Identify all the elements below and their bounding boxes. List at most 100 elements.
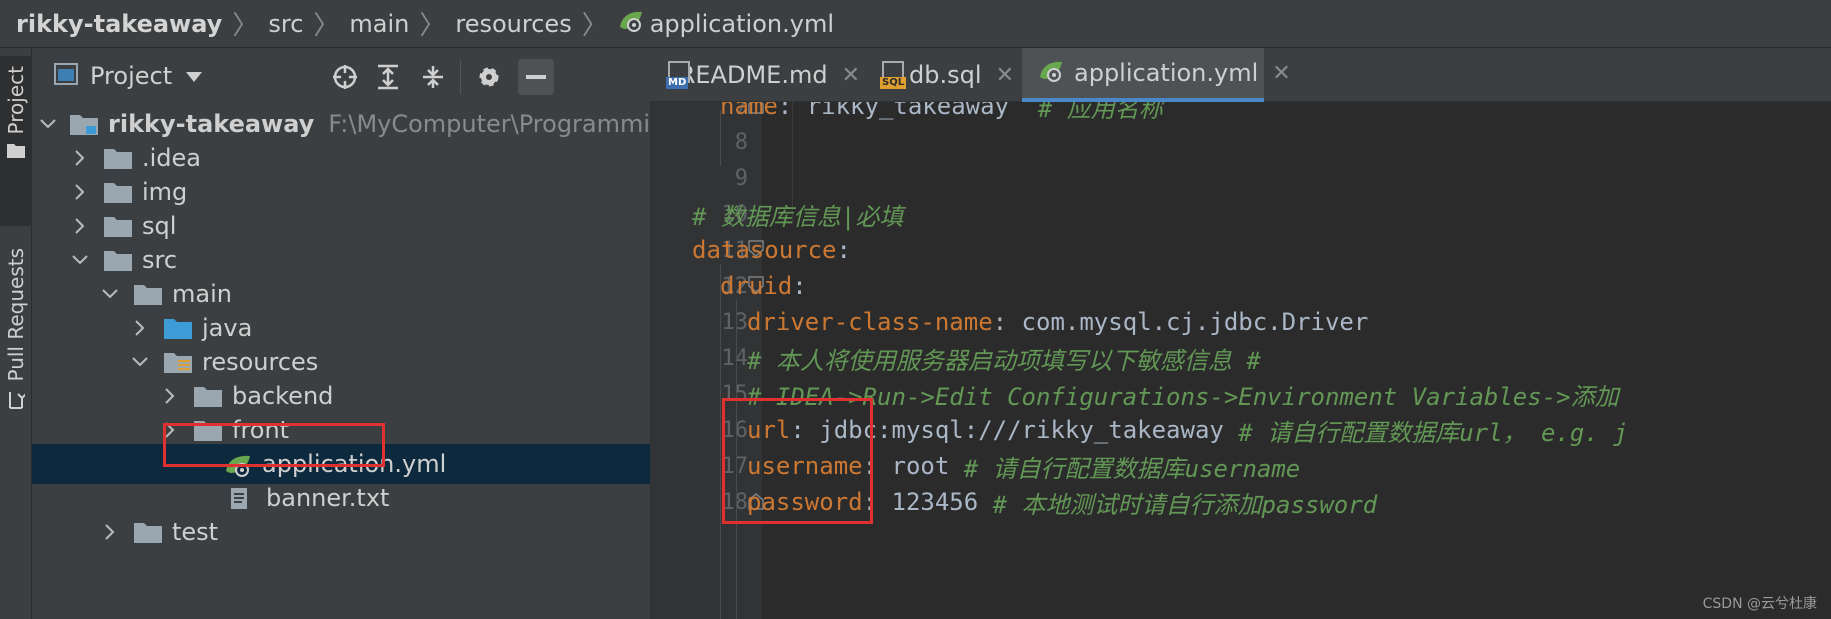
tool-window-strip: Project Pull Requests [0, 48, 32, 619]
code-line-16: url: jdbc:mysql:///rikky_takeaway # 请自行配… [747, 412, 1628, 448]
breadcrumb-separator: 〉 [232, 11, 259, 41]
expand-all-icon[interactable] [373, 62, 403, 92]
spring-config-file-icon [224, 453, 252, 477]
close-icon[interactable]: ✕ [1272, 61, 1290, 86]
breadcrumb-main[interactable]: main [349, 10, 409, 38]
pull-request-icon [7, 390, 27, 414]
chevron-right-icon[interactable] [160, 420, 180, 440]
yaml-key: username [747, 452, 863, 480]
tree-label: main [172, 280, 232, 308]
tab-application-yml[interactable]: application.yml ✕ [1022, 48, 1291, 102]
folder-icon [104, 181, 132, 203]
yaml-comment: # 请自行配置数据库url， e.g. j [1238, 418, 1628, 447]
yaml-value: root [877, 452, 950, 480]
breadcrumb: rikky-takeaway 〉 src 〉 main 〉 resources … [0, 0, 1831, 48]
line-number: 14 [721, 346, 749, 371]
tree-label: rikky-takeaway [108, 110, 315, 138]
folder-icon [194, 385, 222, 407]
close-icon[interactable]: ✕ [996, 63, 1014, 88]
yaml-comment: # IDEA->Run->Edit Configurations->Enviro… [747, 382, 1619, 411]
folder-icon [104, 147, 132, 169]
tree-label: application.yml [262, 450, 447, 478]
chevron-right-icon[interactable] [160, 386, 180, 406]
tool-tab-project-label: Project [4, 66, 28, 135]
tool-tab-project[interactable]: Project [0, 56, 32, 226]
locate-file-icon[interactable] [330, 62, 360, 92]
close-icon[interactable]: ✕ [842, 63, 860, 88]
yaml-key: name [720, 102, 778, 120]
spring-leaf-icon [618, 9, 644, 39]
chevron-down-icon[interactable] [130, 352, 150, 372]
yaml-key: druid [720, 272, 793, 300]
tool-tab-pull-requests[interactable]: Pull Requests [0, 248, 32, 414]
tree-label: test [172, 518, 219, 546]
yaml-comment: # 本人将使用服务器启动项填写以下敏感信息 # [747, 346, 1261, 375]
chevron-down-icon[interactable] [100, 284, 120, 304]
folder-icon [134, 521, 162, 543]
chevron-right-icon[interactable] [100, 522, 120, 542]
yaml-comment: # 数据库信息|必填 [692, 202, 904, 231]
breadcrumb-resources[interactable]: resources [455, 10, 571, 38]
project-panel-header: Project [32, 48, 650, 104]
chevron-right-icon[interactable] [70, 216, 90, 236]
resources-folder-icon [164, 351, 192, 373]
line-number: 17 [721, 454, 749, 479]
project-view-selector[interactable]: Project [90, 62, 172, 90]
tab-label: application.yml [1074, 59, 1259, 87]
folder-icon [134, 283, 162, 305]
source-folder-icon [164, 317, 192, 339]
yaml-value: rikky_takeaway [792, 102, 1009, 120]
folder-icon [104, 249, 132, 271]
yaml-value: 123456 [877, 488, 979, 516]
line-number-gutter: 7 8 9 10 11 12 13 14 15 16 17 18 [650, 102, 762, 619]
gear-icon[interactable] [474, 62, 504, 92]
minimize-panel-button[interactable] [518, 59, 554, 95]
breadcrumb-project[interactable]: rikky-takeaway [16, 10, 222, 38]
sql-file-icon: SQL [880, 61, 907, 89]
tree-label: resources [202, 348, 319, 376]
chevron-right-icon[interactable] [70, 182, 90, 202]
tree-label: src [142, 246, 178, 274]
code-line-12: druid: [720, 272, 807, 300]
tree-path: F:\MyComputer\Programming [328, 110, 650, 138]
tool-tab-pull-requests-label: Pull Requests [4, 248, 28, 382]
line-number: 18 [721, 490, 749, 515]
project-view-icon [54, 63, 78, 89]
tree-item-test[interactable]: test [32, 512, 650, 552]
line-number: 16 [721, 418, 749, 443]
code-line-18: password: 123456 # 本地测试时请自行添加password [747, 484, 1377, 520]
chevron-down-icon[interactable] [40, 114, 56, 134]
code-editor[interactable]: 7 8 9 10 11 12 13 14 15 16 17 18 name: r… [650, 102, 1831, 619]
tree-label: sql [142, 212, 177, 240]
markdown-file-icon: MD [666, 61, 690, 89]
code-line-10: # 数据库信息|必填 [692, 196, 903, 232]
yaml-value: jdbc:mysql:///rikky_takeaway [804, 416, 1224, 444]
tab-readme[interactable]: MD README.md ✕ [650, 48, 860, 102]
tree-label: banner.txt [266, 484, 390, 512]
breadcrumb-application-yml[interactable]: application.yml [650, 10, 834, 38]
breadcrumb-separator: 〉 [419, 11, 446, 41]
tree-label: java [202, 314, 253, 342]
yaml-comment: # 应用名称 [1037, 102, 1163, 123]
tree-label: img [142, 178, 188, 206]
folder-icon [194, 419, 222, 441]
breadcrumb-src[interactable]: src [268, 10, 303, 38]
indent-guide [736, 300, 737, 619]
tree-label: backend [232, 382, 334, 410]
code-line-11: datasource: [692, 236, 851, 264]
code-line-13: driver-class-name: com.mysql.cj.jdbc.Dri… [747, 308, 1369, 336]
spring-config-file-icon [1038, 59, 1064, 87]
line-number: 8 [734, 130, 748, 155]
line-number: 13 [721, 310, 749, 335]
chevron-down-icon[interactable] [70, 250, 90, 270]
tab-db-sql[interactable]: SQL db.sql ✕ [864, 48, 1014, 102]
collapse-all-icon[interactable] [418, 62, 448, 92]
chevron-right-icon[interactable] [70, 148, 90, 168]
chevron-down-icon[interactable] [186, 67, 203, 86]
yaml-key: driver-class-name [747, 308, 993, 336]
chevron-right-icon[interactable] [130, 318, 150, 338]
code-line-15: # IDEA->Run->Edit Configurations->Enviro… [747, 376, 1619, 412]
line-number: 15 [721, 382, 749, 407]
yaml-comment: # 本地测试时请自行添加password [992, 490, 1378, 519]
tree-label: front [232, 416, 290, 444]
